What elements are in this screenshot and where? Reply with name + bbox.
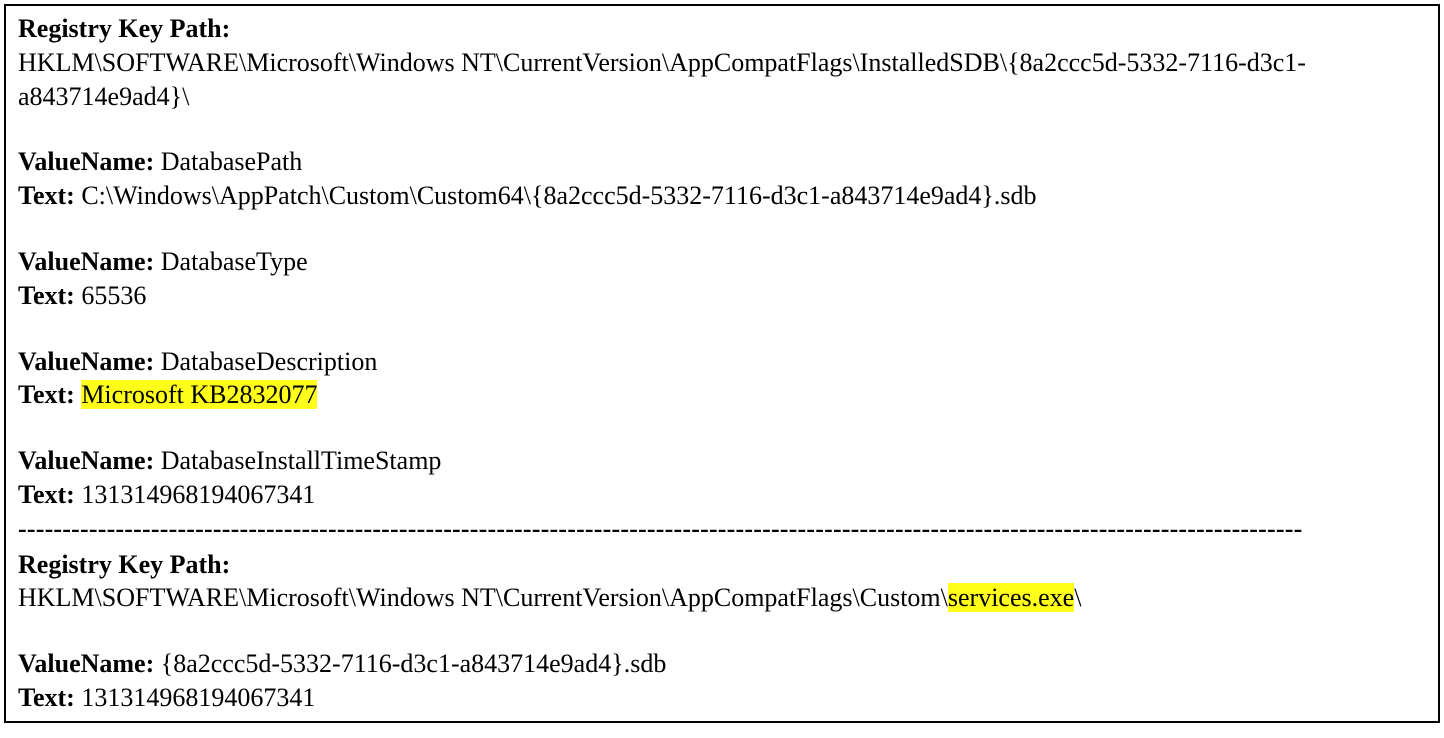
- section-1-key-path-value: HKLM\SOFTWARE\Microsoft\Windows NT\Curre…: [18, 48, 1306, 111]
- separator-line: ----------------------------------------…: [18, 512, 1426, 546]
- label-text: Text:: [18, 181, 75, 210]
- text-value: 131314968194067341: [81, 683, 315, 712]
- section-2-key-path-prefix: HKLM\SOFTWARE\Microsoft\Windows NT\Curre…: [18, 583, 948, 612]
- highlighted-text: services.exe: [948, 583, 1074, 612]
- label-value-name: ValueName:: [18, 347, 154, 376]
- value-name-text: DatabaseDescription: [161, 347, 378, 376]
- section-1-value-1: ValueName: DatabasePath Text: C:\Windows…: [18, 145, 1426, 213]
- section-2-key-path-suffix: \: [1074, 583, 1081, 612]
- section-2-value-1: ValueName: {8a2ccc5d-5332-7116-d3c1-a843…: [18, 647, 1426, 715]
- highlighted-text: Microsoft KB2832077: [81, 380, 317, 409]
- label-text: Text:: [18, 683, 75, 712]
- label-registry-key-path: Registry Key Path:: [18, 550, 230, 579]
- value-name-text: {8a2ccc5d-5332-7116-d3c1-a843714e9ad4}.s…: [161, 649, 667, 678]
- label-value-name: ValueName:: [18, 446, 154, 475]
- value-name-text: DatabasePath: [161, 147, 303, 176]
- section-1-value-2: ValueName: DatabaseType Text: 65536: [18, 245, 1426, 313]
- label-value-name: ValueName:: [18, 247, 154, 276]
- text-value: 65536: [81, 281, 146, 310]
- section-1-key-path: Registry Key Path: HKLM\SOFTWARE\Microso…: [18, 12, 1426, 113]
- label-text: Text:: [18, 480, 75, 509]
- registry-text-box: Registry Key Path: HKLM\SOFTWARE\Microso…: [4, 4, 1440, 723]
- label-text: Text:: [18, 281, 75, 310]
- label-text: Text:: [18, 380, 75, 409]
- section-1-value-3: ValueName: DatabaseDescription Text: Mic…: [18, 345, 1426, 413]
- section-2-key-path: Registry Key Path: HKLM\SOFTWARE\Microso…: [18, 548, 1426, 616]
- label-value-name: ValueName:: [18, 649, 154, 678]
- value-name-text: DatabaseInstallTimeStamp: [161, 446, 442, 475]
- section-1-value-4: ValueName: DatabaseInstallTimeStamp Text…: [18, 444, 1426, 512]
- text-value: 131314968194067341: [81, 480, 315, 509]
- label-value-name: ValueName:: [18, 147, 154, 176]
- text-value: C:\Windows\AppPatch\Custom\Custom64\{8a2…: [81, 181, 1036, 210]
- label-registry-key-path: Registry Key Path:: [18, 14, 230, 43]
- value-name-text: DatabaseType: [161, 247, 308, 276]
